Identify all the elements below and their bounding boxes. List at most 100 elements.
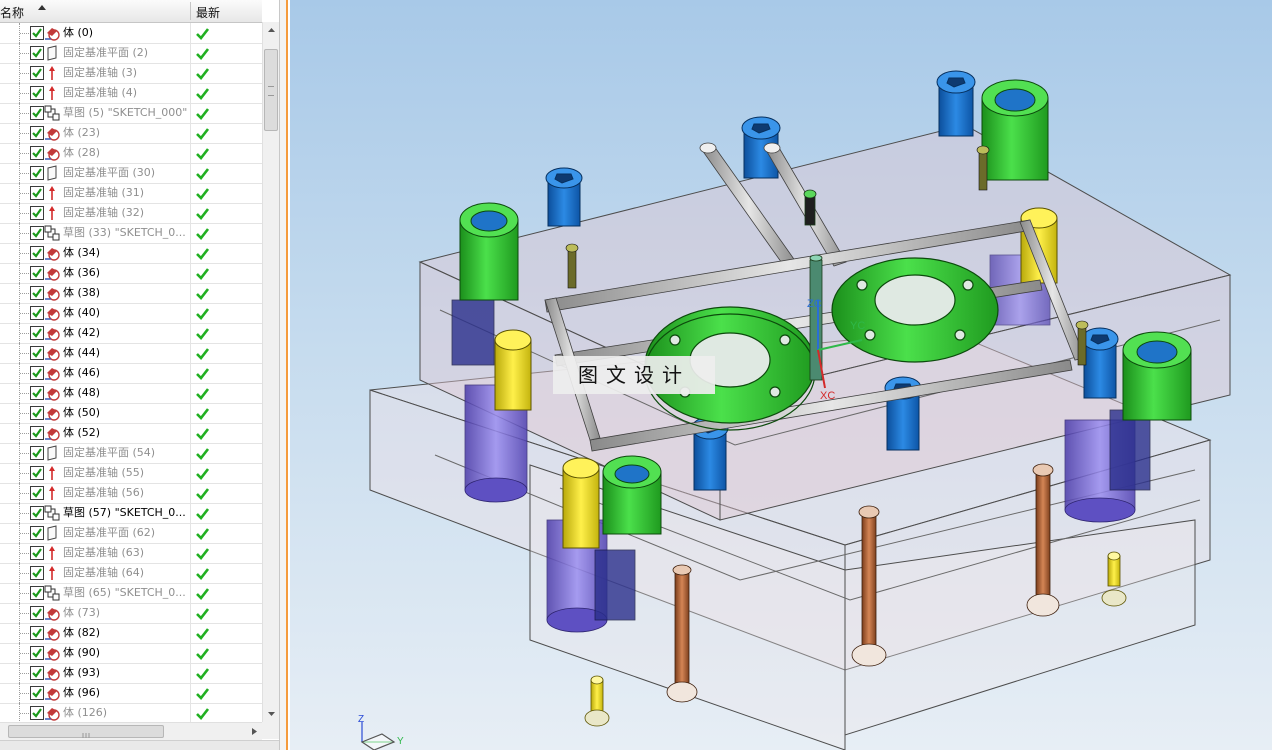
visibility-checkbox[interactable] — [30, 566, 44, 580]
tree-connector-branch — [20, 333, 29, 334]
visibility-checkbox[interactable] — [30, 166, 44, 180]
tree-row[interactable]: 体 (50) — [0, 403, 262, 424]
visibility-checkbox[interactable] — [30, 66, 44, 80]
tree-row[interactable]: 固定基准轴 (56) — [0, 483, 262, 504]
visibility-checkbox[interactable] — [30, 626, 44, 640]
scroll-up-arrow-icon[interactable] — [263, 22, 279, 39]
scroll-right-arrow-icon[interactable] — [247, 723, 262, 740]
visibility-checkbox[interactable] — [30, 306, 44, 320]
visibility-checkbox[interactable] — [30, 606, 44, 620]
tree-row[interactable]: 体 (34) — [0, 243, 262, 264]
visibility-checkbox[interactable] — [30, 646, 44, 660]
tree-row[interactable]: 固定基准平面 (2) — [0, 43, 262, 64]
green-check-icon — [196, 147, 210, 160]
tree-row[interactable]: 体 (38) — [0, 283, 262, 304]
tree-row[interactable]: 体 (48) — [0, 383, 262, 404]
green-check-icon — [196, 287, 210, 300]
vertical-scrollbar[interactable] — [262, 22, 279, 722]
visibility-checkbox[interactable] — [30, 86, 44, 100]
tree-row[interactable]: 体 (36) — [0, 263, 262, 284]
column-divider[interactable] — [190, 2, 191, 20]
tree-row[interactable]: 固定基准平面 (30) — [0, 163, 262, 184]
visibility-checkbox[interactable] — [30, 186, 44, 200]
tree-row[interactable]: 固定基准轴 (32) — [0, 203, 262, 224]
tree-row[interactable]: 固定基准平面 (62) — [0, 523, 262, 544]
visibility-checkbox[interactable] — [30, 146, 44, 160]
tree-row[interactable]: 草图 (5) "SKETCH_000" — [0, 103, 262, 124]
tree-row[interactable]: 体 (40) — [0, 303, 262, 324]
visibility-checkbox[interactable] — [30, 346, 44, 360]
visibility-checkbox[interactable] — [30, 426, 44, 440]
datum-axis-icon — [44, 185, 60, 201]
tree-row[interactable]: 体 (96) — [0, 683, 262, 704]
visibility-checkbox[interactable] — [30, 326, 44, 340]
tree-connector-branch — [20, 373, 29, 374]
green-check-icon — [196, 367, 210, 380]
visibility-checkbox[interactable] — [30, 46, 44, 60]
visibility-checkbox[interactable] — [30, 266, 44, 280]
tree-row[interactable]: 体 (126) — [0, 703, 262, 722]
tree-row[interactable]: 固定基准轴 (3) — [0, 63, 262, 84]
visibility-checkbox[interactable] — [30, 686, 44, 700]
visibility-checkbox[interactable] — [30, 406, 44, 420]
tree-row[interactable]: 体 (28) — [0, 143, 262, 164]
tree-row[interactable]: 固定基准轴 (4) — [0, 83, 262, 104]
visibility-checkbox[interactable] — [30, 246, 44, 260]
tree-connector-branch — [20, 613, 29, 614]
tree-row[interactable]: 体 (73) — [0, 603, 262, 624]
visibility-checkbox[interactable] — [30, 366, 44, 380]
visibility-checkbox[interactable] — [30, 506, 44, 520]
tree-row[interactable]: 草图 (33) "SKETCH_0... — [0, 223, 262, 244]
graphics-window[interactable]: 图文设计 ZC YC XC Z Y — [290, 0, 1272, 750]
tree-row-label: 体 (48) — [63, 386, 101, 399]
visibility-checkbox[interactable] — [30, 106, 44, 120]
visibility-checkbox[interactable] — [30, 26, 44, 40]
tree-row[interactable]: 体 (52) — [0, 423, 262, 444]
tree-row[interactable]: 体 (0) — [0, 23, 262, 44]
visibility-checkbox[interactable] — [30, 286, 44, 300]
visibility-checkbox[interactable] — [30, 386, 44, 400]
visibility-checkbox[interactable] — [30, 226, 44, 240]
tree-row[interactable]: 草图 (65) "SKETCH_0... — [0, 583, 262, 604]
tree-row-label: 固定基准平面 (54) — [63, 446, 156, 459]
tree-row[interactable]: 固定基准轴 (55) — [0, 463, 262, 484]
tree-row[interactable]: 体 (44) — [0, 343, 262, 364]
visibility-checkbox[interactable] — [30, 466, 44, 480]
tree-connector-branch — [20, 713, 29, 714]
scrollbar-thumb-horizontal[interactable] — [8, 725, 164, 738]
visibility-checkbox[interactable] — [30, 486, 44, 500]
mold-assembly-model[interactable] — [290, 0, 1272, 750]
tree-row[interactable]: 体 (42) — [0, 323, 262, 344]
tree-row[interactable]: 草图 (57) "SKETCH_0... — [0, 503, 262, 524]
horizontal-scrollbar[interactable] — [0, 722, 262, 740]
tree-row[interactable]: 固定基准平面 (54) — [0, 443, 262, 464]
tree-row[interactable]: 体 (93) — [0, 663, 262, 684]
visibility-checkbox[interactable] — [30, 586, 44, 600]
tree-row[interactable]: 固定基准轴 (31) — [0, 183, 262, 204]
tree-row[interactable]: 体 (23) — [0, 123, 262, 144]
view-triad — [360, 722, 396, 750]
visibility-checkbox[interactable] — [30, 126, 44, 140]
watermark-text: 图文设计 — [553, 356, 715, 394]
visibility-checkbox[interactable] — [30, 526, 44, 540]
datum-plane-icon — [44, 165, 60, 181]
green-check-icon — [196, 387, 210, 400]
visibility-checkbox[interactable] — [30, 546, 44, 560]
panel-splitter[interactable] — [280, 0, 288, 750]
tree-row[interactable]: 固定基准轴 (64) — [0, 563, 262, 584]
tree-connector-branch — [20, 633, 29, 634]
green-check-icon — [196, 87, 210, 100]
tree-row[interactable]: 体 (46) — [0, 363, 262, 384]
column-header-latest[interactable]: 最新 — [196, 4, 220, 21]
visibility-checkbox[interactable] — [30, 206, 44, 220]
visibility-checkbox[interactable] — [30, 706, 44, 720]
visibility-checkbox[interactable] — [30, 446, 44, 460]
tree-row-label: 固定基准轴 (31) — [63, 186, 145, 199]
tree-row[interactable]: 固定基准轴 (63) — [0, 543, 262, 564]
visibility-checkbox[interactable] — [30, 666, 44, 680]
tree-row[interactable]: 体 (90) — [0, 643, 262, 664]
scroll-down-arrow-icon[interactable] — [263, 705, 279, 722]
column-header-name[interactable]: 名称 — [0, 4, 24, 21]
tree-row[interactable]: 体 (82) — [0, 623, 262, 644]
scrollbar-thumb[interactable] — [264, 49, 278, 131]
